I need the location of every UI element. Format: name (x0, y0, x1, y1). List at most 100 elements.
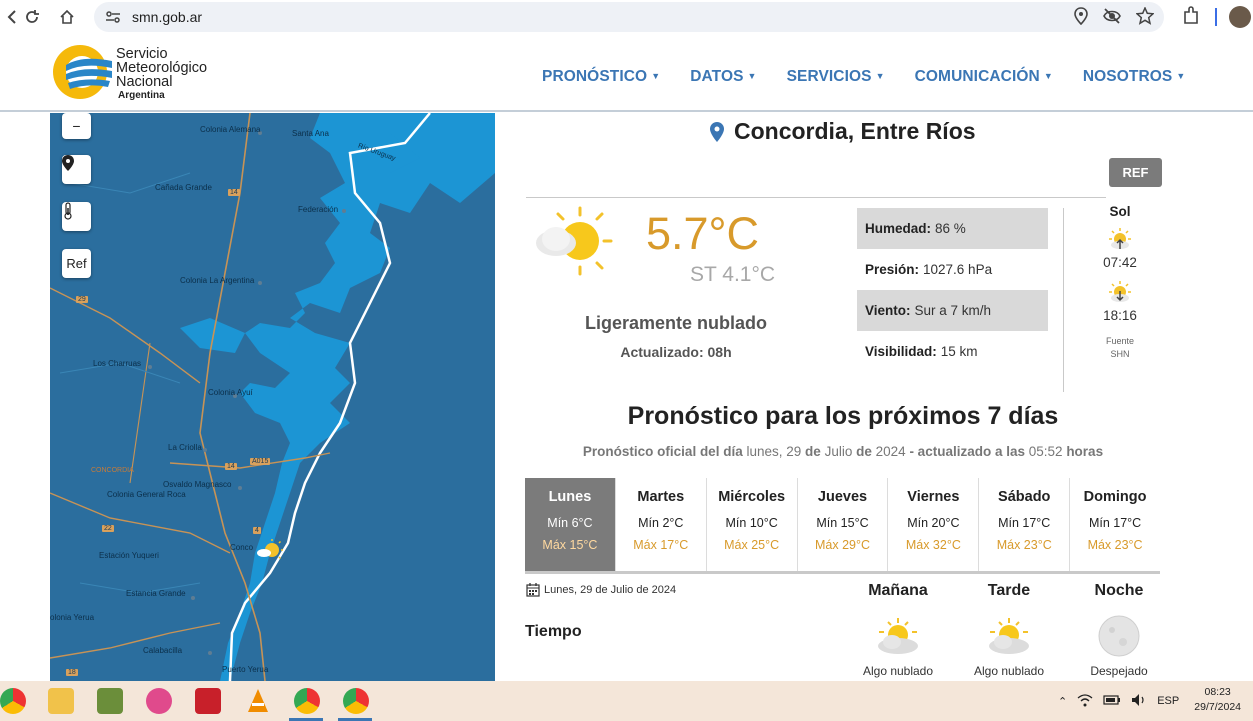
wind-row: Viento: Sur a 7 km/h (857, 290, 1048, 331)
caret-down-icon: ▼ (1176, 71, 1186, 81)
caret-down-icon: ▼ (875, 71, 885, 81)
day-name: Sábado (998, 489, 1051, 505)
moon-icon (1064, 612, 1174, 660)
visibility-value: 15 km (940, 344, 978, 359)
weather-map[interactable]: − Ref Colonia Alemana Santa Ana Río Urug… (50, 113, 495, 681)
taskbar: ⌃ ESP 08:23 29/7/2024 (0, 681, 1253, 721)
road-label: 4 (253, 527, 261, 534)
location-pin-icon (710, 121, 724, 142)
map-canvas (50, 113, 495, 681)
forecast-date: Lunes, 29 de Julio de 2024 (526, 583, 676, 597)
chrome-profile-icon[interactable] (294, 688, 320, 714)
forecast-days: Lunes Mín 6°C Máx 15°C Martes Mín 2°C Má… (525, 478, 1160, 574)
period-manana: Mañana Algo nublado (843, 582, 953, 678)
day-tab-jueves[interactable]: Jueves Mín 15°C Máx 29°C (798, 478, 889, 571)
period-desc: Despejado (1090, 664, 1148, 678)
day-tab-domingo[interactable]: Domingo Mín 17°C Máx 23°C (1070, 478, 1160, 571)
map-label: olonia Yerua (50, 613, 95, 622)
map-label: Estación Yuqueri (99, 551, 159, 560)
divider (526, 197, 1106, 198)
nav-nosotros-label: NOSOTROS (1082, 68, 1173, 85)
bookmark-star-icon[interactable] (1135, 6, 1155, 30)
period-name: Mañana (868, 582, 928, 599)
forecast-date-label: Lunes, 29 de Julio de 2024 (544, 584, 677, 596)
eye-off-icon[interactable] (1102, 7, 1122, 30)
nav-servicios-label: SERVICIOS (786, 68, 872, 85)
map-label: Federación (298, 205, 339, 214)
map-label: CONCORDIA (91, 467, 134, 474)
headphones-icon[interactable] (146, 688, 172, 714)
day-name: Miércoles (718, 489, 786, 505)
day-tab-sabado[interactable]: Sábado Mín 17°C Máx 23°C (979, 478, 1071, 571)
day-tab-lunes[interactable]: Lunes Mín 6°C Máx 15°C (525, 478, 616, 571)
forecast-sub-f: 2024 (875, 444, 906, 459)
nav-pronostico-label: PRONÓSTICO (542, 68, 648, 85)
site-settings-icon[interactable] (104, 8, 122, 26)
language-indicator[interactable]: ESP (1157, 695, 1179, 707)
current-temperature: 5.7°C (646, 208, 760, 259)
map-label: Colonia Alemana (200, 125, 261, 134)
media-player-icon[interactable] (195, 688, 221, 714)
forecast-title: Pronóstico para los próximos 7 días (627, 402, 1059, 430)
chevron-up-icon[interactable]: ⌃ (1058, 695, 1067, 708)
zoom-out-button[interactable]: − (62, 113, 91, 139)
map-ref-button[interactable]: Ref (62, 249, 91, 278)
smn-logo[interactable]: Servicio Meteorológico Nacional Argentin… (52, 43, 232, 103)
avatar[interactable] (1229, 6, 1251, 28)
chrome-active-icon[interactable] (343, 688, 369, 714)
period-tarde: Tarde Algo nublado (954, 582, 1064, 678)
nav-nosotros[interactable]: NOSOTROS ▼ (1083, 68, 1186, 86)
sunrise-time: 07:42 (1103, 255, 1137, 270)
visibility-row: Visibilidad: 15 km (857, 331, 1048, 372)
day-name: Martes (637, 489, 685, 505)
day-name: Lunes (548, 489, 592, 505)
browser-toolbar: smn.gob.ar (0, 0, 1253, 35)
caret-down-icon: ▼ (1043, 71, 1053, 81)
map-location-button[interactable] (62, 155, 91, 184)
nav-pronostico[interactable]: PRONÓSTICO ▼ (542, 68, 660, 86)
reload-icon[interactable] (19, 4, 45, 30)
partly-cloudy-icon (954, 612, 1064, 660)
url-text[interactable]: smn.gob.ar (132, 9, 202, 25)
period-name: Noche (1094, 582, 1144, 599)
battery-icon[interactable] (1103, 694, 1121, 709)
vlc-icon[interactable] (245, 688, 271, 714)
clock[interactable]: 08:23 29/7/2024 (1194, 685, 1241, 715)
day-tab-viernes[interactable]: Viernes Mín 20°C Máx 32°C (888, 478, 980, 571)
day-min: Mín 17°C (1088, 516, 1142, 530)
road-label: 14 (225, 463, 237, 470)
wifi-icon[interactable] (1077, 693, 1093, 710)
day-tab-miercoles[interactable]: Miércoles Mín 10°C Máx 25°C (707, 478, 798, 571)
partly-cloudy-icon (536, 206, 613, 276)
clock-time: 08:23 (1204, 686, 1231, 698)
app-icon[interactable] (97, 688, 123, 714)
road-label: 14 (228, 189, 240, 196)
extensions-icon[interactable] (1181, 6, 1201, 31)
ref-button[interactable]: REF (1109, 158, 1162, 187)
day-max: Máx 25°C (724, 538, 780, 552)
home-icon[interactable] (54, 4, 80, 30)
forecast-sub-d: Julio (824, 444, 853, 459)
day-tab-martes[interactable]: Martes Mín 2°C Máx 17°C (616, 478, 707, 571)
nav-comunicacion[interactable]: COMUNICACIÓN ▼ (915, 68, 1053, 86)
nav-datos-label: DATOS (690, 68, 744, 85)
file-explorer-icon[interactable] (48, 688, 74, 714)
location-icon[interactable] (1074, 7, 1088, 30)
chrome-icon[interactable] (0, 688, 26, 714)
address-bar[interactable]: smn.gob.ar (94, 2, 1164, 32)
sun-source-line-2: SHN (1110, 349, 1130, 359)
updated-time: Actualizado: 08h (620, 344, 732, 360)
weather-details: Humedad: 86 % Presión: 1027.6 hPa Viento: S… (857, 208, 1048, 372)
period-desc: Algo nublado (862, 664, 934, 678)
day-max: Máx 23°C (1087, 538, 1143, 552)
period-name: Tarde (987, 582, 1031, 599)
nav-datos[interactable]: DATOS ▼ (690, 68, 756, 86)
calendar-icon (526, 583, 540, 597)
nav-servicios[interactable]: SERVICIOS ▼ (787, 68, 885, 86)
location-title: Concordia, Entre Ríos (710, 118, 976, 145)
day-min: Mín 20°C (907, 516, 960, 530)
map-temperature-button[interactable] (62, 202, 91, 231)
day-min: Mín 15°C (816, 516, 869, 530)
day-max: Máx 15°C (542, 538, 598, 552)
volume-icon[interactable] (1131, 693, 1147, 710)
